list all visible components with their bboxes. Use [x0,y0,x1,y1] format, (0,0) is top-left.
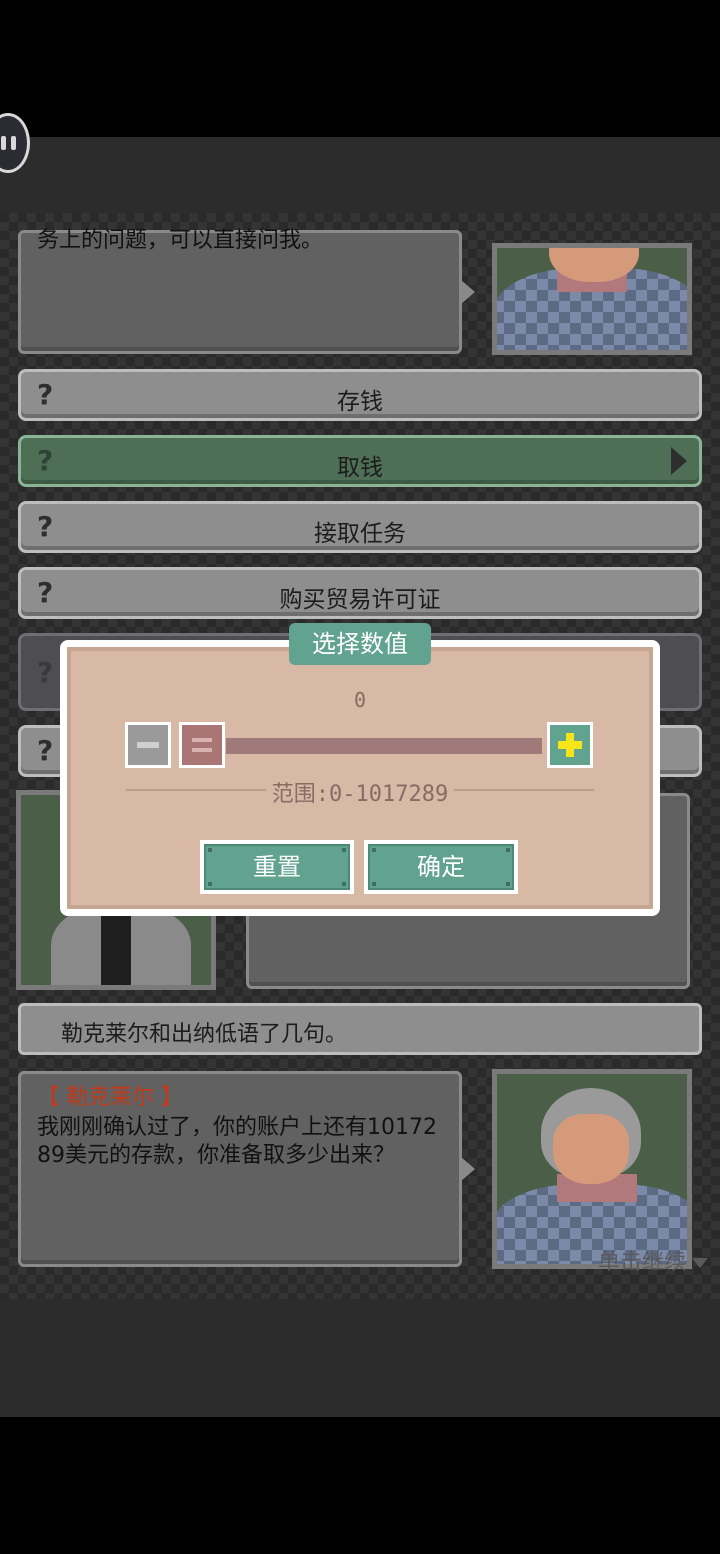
dialog-box-previous: 务上的问题，可以直接问我。 [18,228,475,354]
option-label: 存钱 [337,389,383,415]
question-mark-icon: ? [37,656,54,689]
current-value: 0 [353,688,367,712]
increase-button[interactable] [547,722,593,768]
option-deposit[interactable]: ? 存钱 [18,369,702,421]
dialog-title: 选择数值 [289,623,431,665]
menu-icon [1,136,6,150]
dialog-text: 我刚刚确认过了，你的账户上还有1017289美元的存款，你准备取多少出来？ [37,1115,437,1168]
confirm-button[interactable]: 确定 [364,840,518,894]
option-buy-trade-license[interactable]: ? 购买贸易许可证 [18,567,702,619]
narration-box: 勒克莱尔和出纳低语了几句。 [18,1003,702,1055]
value-slider-track[interactable] [226,738,542,754]
option-label: 购买贸易许可证 [279,587,441,613]
option-withdraw[interactable]: ? 取钱 [18,435,702,487]
minus-icon [137,742,159,748]
option-accept-quest[interactable]: ? 接取任务 [18,501,702,553]
option-label: 接取任务 [314,521,406,547]
portrait-leclair-top [492,243,692,355]
option-label: 取钱 [337,455,383,481]
slider-handle[interactable] [179,722,225,768]
portrait-leclair [492,1069,692,1269]
decrease-button[interactable] [125,722,171,768]
dialog-text: 务上的问题，可以直接问我。 [37,228,324,253]
narration-text: 勒克莱尔和出纳低语了几句。 [61,1022,348,1047]
selected-arrow-icon [671,447,687,475]
chevron-down-icon [692,1258,708,1268]
grip-icon [192,738,212,742]
range-text: 范围:0-1017289 [60,776,660,808]
dialog-box-leclair: 【 勒克莱尔 】 我刚刚确认过了，你的账户上还有1017289美元的存款，你准备… [18,1071,475,1267]
speaker-name: 【 勒克莱尔 】 [37,1085,183,1110]
reset-button[interactable]: 重置 [200,840,354,894]
continue-hint[interactable]: 单击继续 [598,1244,708,1276]
question-mark-icon: ? [37,734,54,767]
